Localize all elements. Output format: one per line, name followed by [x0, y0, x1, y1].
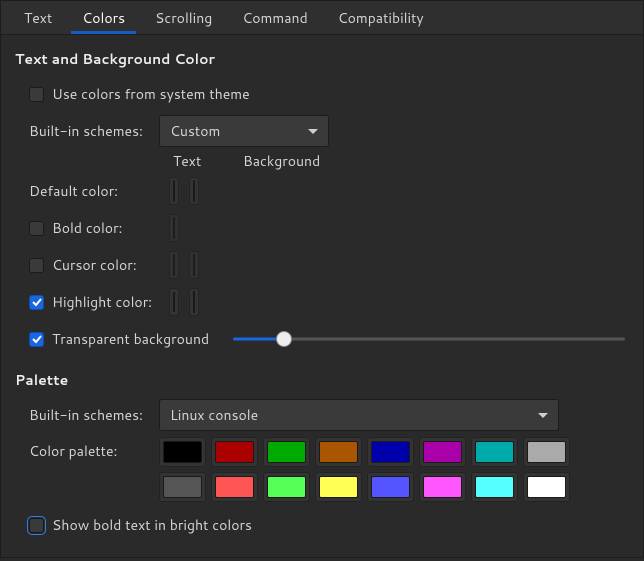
color-palette-label: Color palette: [29, 435, 159, 461]
transparency-slider[interactable] [233, 329, 625, 349]
tab-bar: Text Colors Scrolling Command Compatibil… [1, 1, 643, 35]
default-color-label: Default color: [29, 181, 169, 201]
color-scheme-combo[interactable]: Custom [159, 115, 329, 147]
palette-color-12[interactable] [371, 476, 410, 498]
bold-color-checkbox[interactable]: Bold color: [29, 218, 122, 238]
palette-color-7[interactable] [527, 441, 566, 463]
bold-color-button [173, 217, 175, 239]
chevron-down-icon [308, 129, 318, 134]
show-bold-bright-label: Show bold text in bright colors [52, 515, 252, 535]
palette-scheme-combo[interactable]: Linux console [159, 399, 559, 431]
tab-colors[interactable]: Colors [67, 1, 140, 34]
cursor-bg-color-button [193, 254, 195, 276]
bold-color-label: Bold color: [52, 218, 122, 238]
chevron-down-icon [538, 413, 548, 418]
palette-color-1[interactable] [215, 441, 254, 463]
palette-color-5[interactable] [423, 441, 462, 463]
transparent-bg-checkbox[interactable]: Transparent background [29, 329, 209, 349]
palette-grid [159, 437, 570, 502]
builtin-schemes-label: Built-in schemes: [29, 121, 159, 141]
palette-color-15[interactable] [527, 476, 566, 498]
palette-color-6[interactable] [475, 441, 514, 463]
palette-color-2[interactable] [267, 441, 306, 463]
color-scheme-value: Custom [170, 121, 220, 141]
column-header-text: Text [173, 151, 231, 171]
highlight-text-color-button[interactable] [173, 291, 175, 313]
cursor-color-checkbox[interactable]: Cursor color: [29, 255, 137, 275]
tab-text[interactable]: Text [9, 1, 67, 34]
highlight-color-label: Highlight color: [52, 292, 152, 312]
palette-color-9[interactable] [215, 476, 254, 498]
palette-color-3[interactable] [319, 441, 358, 463]
palette-color-8[interactable] [163, 476, 202, 498]
palette-schemes-label: Built-in schemes: [29, 405, 159, 425]
palette-color-11[interactable] [319, 476, 358, 498]
show-bold-bright-checkbox[interactable]: Show bold text in bright colors [29, 515, 252, 535]
tab-command[interactable]: Command [227, 1, 322, 34]
cursor-text-color-button [173, 254, 175, 276]
cursor-color-label: Cursor color: [52, 255, 137, 275]
section-heading-palette: Palette [15, 370, 629, 390]
column-header-background: Background [243, 151, 323, 171]
palette-color-13[interactable] [423, 476, 462, 498]
section-heading-text-bg: Text and Background Color [15, 49, 629, 69]
use-system-theme-checkbox[interactable]: Use colors from system theme [29, 84, 250, 104]
palette-color-14[interactable] [475, 476, 514, 498]
palette-color-4[interactable] [371, 441, 410, 463]
use-system-theme-label: Use colors from system theme [52, 84, 250, 104]
transparent-bg-label: Transparent background [52, 329, 209, 349]
tab-scrolling[interactable]: Scrolling [140, 1, 227, 34]
panel-colors: Text and Background Color Use colors fro… [1, 35, 643, 561]
highlight-bg-color-button[interactable] [193, 291, 195, 313]
default-text-color-button[interactable] [173, 180, 175, 202]
palette-color-0[interactable] [163, 441, 202, 463]
palette-scheme-value: Linux console [170, 405, 258, 425]
highlight-color-checkbox[interactable]: Highlight color: [29, 292, 152, 312]
tab-compatibility[interactable]: Compatibility [323, 1, 439, 34]
palette-color-10[interactable] [267, 476, 306, 498]
default-bg-color-button[interactable] [193, 180, 195, 202]
